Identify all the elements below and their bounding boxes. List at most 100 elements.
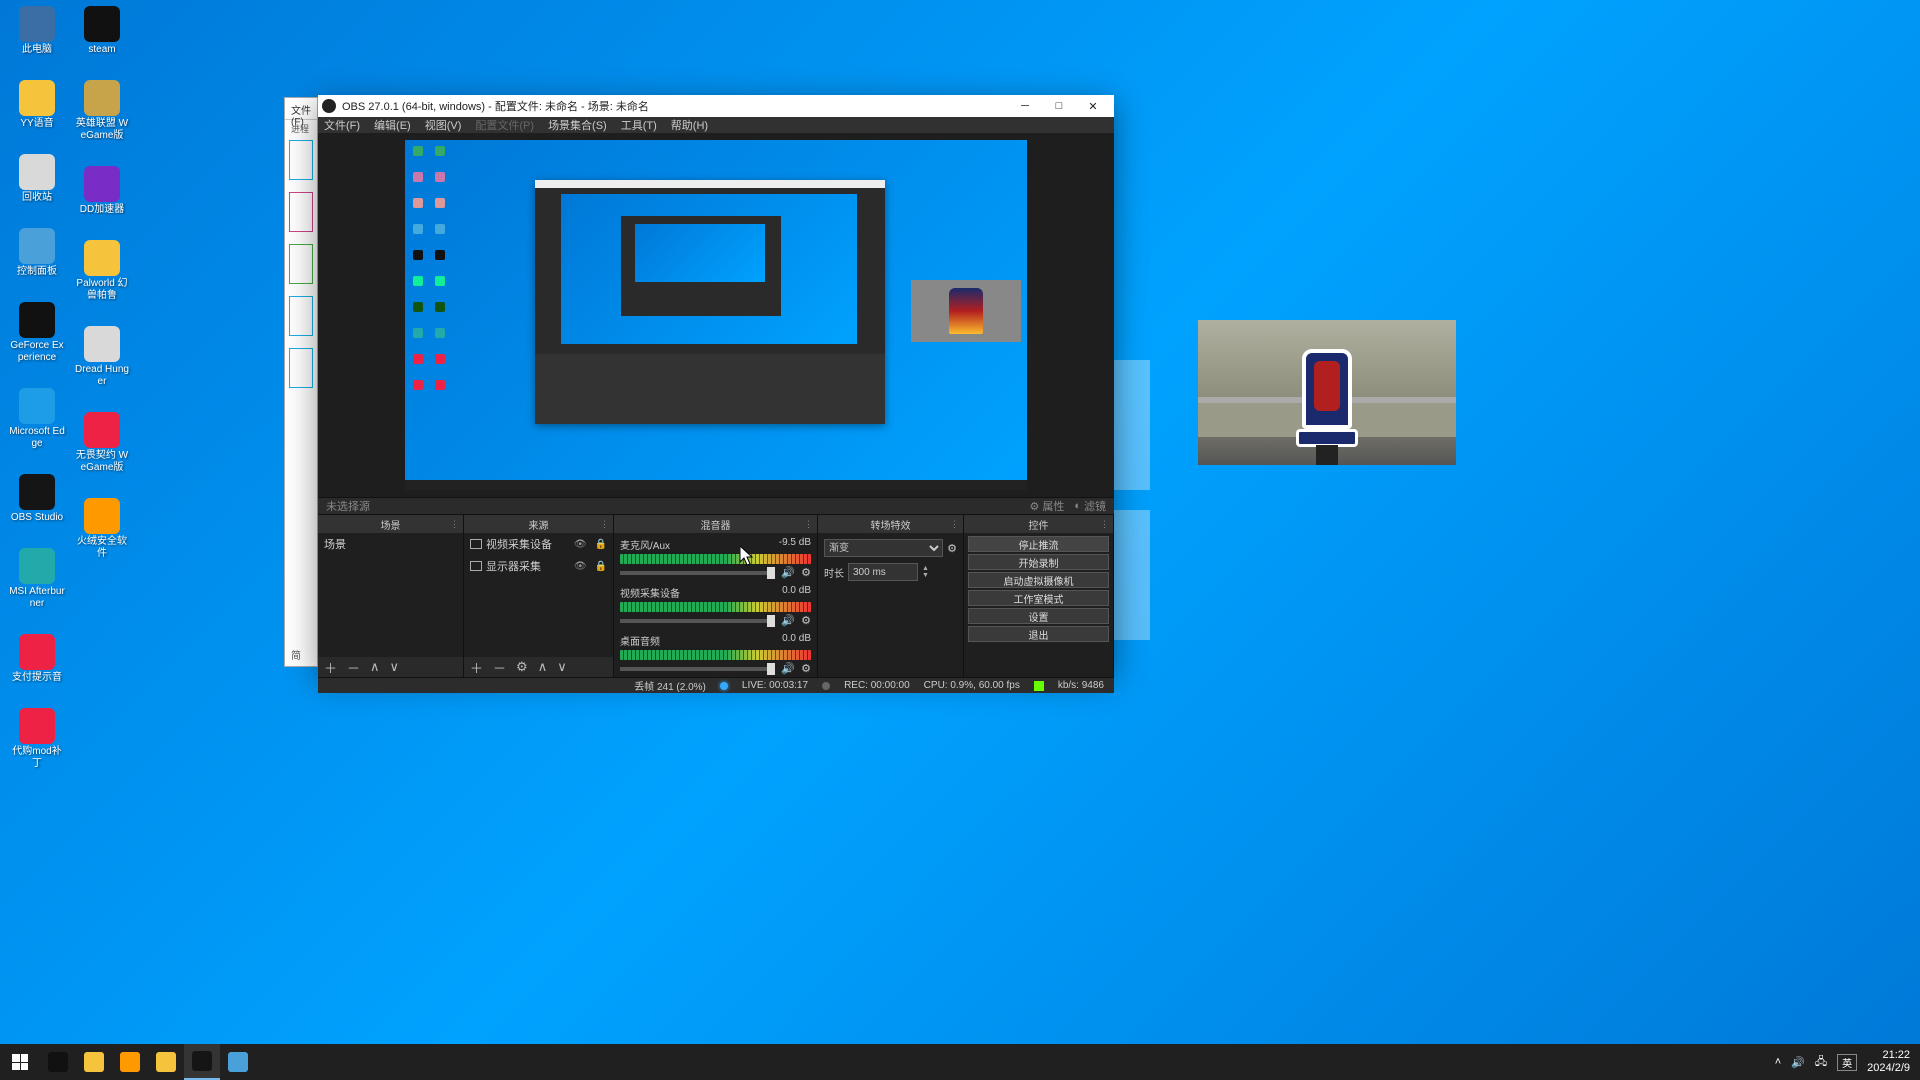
desktop-icon[interactable]: OBS Studio xyxy=(8,474,66,524)
control-button[interactable]: 启动虚拟摄像机 xyxy=(968,572,1109,588)
mute-icon[interactable]: 🔊 xyxy=(781,614,795,627)
duration-down[interactable]: ▼ xyxy=(922,572,929,579)
tray-clock[interactable]: 21:22 2024/2/9 xyxy=(1867,1049,1910,1075)
source-type-icon xyxy=(470,561,482,571)
remove-source-button[interactable]: － xyxy=(493,658,506,677)
obs-preview-canvas[interactable] xyxy=(405,140,1027,490)
transition-select[interactable]: 渐变 xyxy=(824,539,943,557)
visibility-toggle-icon[interactable]: 👁 xyxy=(574,539,587,550)
volume-slider[interactable] xyxy=(620,667,775,671)
dock-popout-icon[interactable]: ⋮ xyxy=(600,519,609,530)
desktop-icon[interactable]: DD加速器 xyxy=(73,166,131,216)
taskbar-app-icon xyxy=(48,1052,68,1072)
source-down-button[interactable]: ∨ xyxy=(557,659,567,675)
desktop-icon[interactable]: 代购mod补丁 xyxy=(8,708,66,770)
volume-slider[interactable] xyxy=(620,619,775,623)
control-button[interactable]: 退出 xyxy=(968,626,1109,642)
dock-popout-icon[interactable]: ⋮ xyxy=(450,519,459,530)
tray-chevron-icon[interactable]: ˄ xyxy=(1775,1056,1781,1068)
desktop-icon[interactable]: 无畏契约 WeGame版 xyxy=(73,412,131,474)
menu-item[interactable]: 视图(V) xyxy=(425,117,462,133)
visibility-toggle-icon[interactable]: 👁 xyxy=(574,561,587,572)
properties-button[interactable]: ⚙ 属性 xyxy=(1029,498,1064,514)
channel-settings-icon[interactable]: ⚙ xyxy=(801,662,811,675)
icon-label: OBS Studio xyxy=(11,512,63,524)
desktop-icon[interactable]: 支付提示音 xyxy=(8,634,66,684)
taskbar-app-steam[interactable] xyxy=(40,1044,76,1080)
tm-footer[interactable]: 简 xyxy=(291,647,301,662)
close-button[interactable]: ✕ xyxy=(1076,95,1110,117)
desktop-icon[interactable]: Palworld 幻兽帕鲁 xyxy=(73,240,131,302)
control-button[interactable]: 停止推流 xyxy=(968,536,1109,552)
task-manager-window[interactable]: 文件(F) 进程 简 xyxy=(284,97,318,667)
desktop-icon[interactable]: 回收站 xyxy=(8,154,66,204)
menu-item[interactable]: 配置文件(P) xyxy=(475,117,534,133)
taskbar-app-shield[interactable] xyxy=(112,1044,148,1080)
desktop-icon[interactable]: GeForce Experience xyxy=(8,302,66,364)
channel-settings-icon[interactable]: ⚙ xyxy=(801,614,811,627)
channel-settings-icon[interactable]: ⚙ xyxy=(801,566,811,579)
desktop-icon[interactable]: Microsoft Edge xyxy=(8,388,66,450)
volume-slider[interactable] xyxy=(620,571,775,575)
filters-button[interactable]: ◐ 滤镜 xyxy=(1074,498,1106,514)
add-source-button[interactable]: ＋ xyxy=(470,658,483,677)
tray-volume-icon[interactable]: 🔊 xyxy=(1791,1056,1805,1069)
transition-settings-icon[interactable]: ⚙ xyxy=(947,542,957,555)
duration-input[interactable] xyxy=(848,563,918,581)
source-item[interactable]: 视频采集设备👁🔒 xyxy=(464,533,613,555)
preview-webcam-source[interactable] xyxy=(911,280,1021,342)
taskbar-app-explorer[interactable] xyxy=(220,1044,256,1080)
dock-popout-icon[interactable]: ⋮ xyxy=(804,519,813,530)
desktop-icon[interactable]: Dread Hunger xyxy=(73,326,131,388)
stream-health-icon xyxy=(1034,681,1044,691)
remove-scene-button[interactable]: － xyxy=(347,658,360,677)
obs-preview-area[interactable] xyxy=(318,133,1114,497)
desktop-icon[interactable]: 控制面板 xyxy=(8,228,66,278)
tm-menu[interactable]: 文件(F) xyxy=(285,98,317,120)
windows-taskbar: ˄ 🔊 🖧 英 21:22 2024/2/9 xyxy=(0,1044,1920,1080)
control-button[interactable]: 开始录制 xyxy=(968,554,1109,570)
mute-icon[interactable]: 🔊 xyxy=(781,662,795,675)
tray-network-icon[interactable]: 🖧 xyxy=(1815,1053,1827,1072)
lock-toggle-icon[interactable]: 🔒 xyxy=(595,539,607,550)
taskbar-app-folder[interactable] xyxy=(148,1044,184,1080)
dock-popout-icon[interactable]: ⋮ xyxy=(1100,519,1109,530)
desktop-icon[interactable]: 此电脑 xyxy=(8,6,66,56)
menu-item[interactable]: 帮助(H) xyxy=(671,117,708,133)
menu-item[interactable]: 工具(T) xyxy=(621,117,657,133)
desktop-icon[interactable]: steam xyxy=(73,6,131,56)
desktop-icon[interactable]: YY语音 xyxy=(8,80,66,130)
tray-ime-indicator[interactable]: 英 xyxy=(1837,1054,1857,1071)
desktop-icon[interactable]: MSI Afterburner xyxy=(8,548,66,610)
maximize-button[interactable]: □ xyxy=(1042,95,1076,117)
icon-label: 回收站 xyxy=(22,192,52,204)
taskbar-app-obs[interactable] xyxy=(184,1044,220,1080)
menu-item[interactable]: 编辑(E) xyxy=(374,117,411,133)
tm-tab[interactable]: 进程 xyxy=(285,120,317,134)
mute-icon[interactable]: 🔊 xyxy=(781,566,795,579)
desktop-icon[interactable]: 火绒安全软件 xyxy=(73,498,131,560)
sources-dock: 来源⋮ 视频采集设备👁🔒显示器采集👁🔒 ＋ － ⚙ ∧ ∨ xyxy=(464,515,614,677)
dock-popout-icon[interactable]: ⋮ xyxy=(950,519,959,530)
add-scene-button[interactable]: ＋ xyxy=(324,658,337,677)
lock-toggle-icon[interactable]: 🔒 xyxy=(595,561,607,572)
source-item[interactable]: 显示器采集👁🔒 xyxy=(464,555,613,577)
source-type-icon xyxy=(470,539,482,549)
menu-item[interactable]: 场景集合(S) xyxy=(548,117,607,133)
start-button[interactable] xyxy=(0,1044,40,1080)
source-up-button[interactable]: ∧ xyxy=(538,659,548,675)
desktop-icon[interactable]: 英雄联盟 WeGame版 xyxy=(73,80,131,142)
source-props-button[interactable]: ⚙ xyxy=(516,659,528,675)
scene-item[interactable]: 场景 xyxy=(318,533,463,555)
icon-label: 火绒安全软件 xyxy=(74,536,130,560)
obs-titlebar[interactable]: OBS 27.0.1 (64-bit, windows) - 配置文件: 未命名… xyxy=(318,95,1114,117)
scene-up-button[interactable]: ∧ xyxy=(370,659,380,675)
status-rec-time: REC: 00:00:00 xyxy=(844,680,910,691)
control-button[interactable]: 设置 xyxy=(968,608,1109,624)
minimize-button[interactable]: ─ xyxy=(1008,95,1042,117)
menu-item[interactable]: 文件(F) xyxy=(324,117,360,133)
scene-down-button[interactable]: ∨ xyxy=(390,659,400,675)
control-button[interactable]: 工作室模式 xyxy=(968,590,1109,606)
duration-up[interactable]: ▲ xyxy=(922,565,929,572)
taskbar-app-yy[interactable] xyxy=(76,1044,112,1080)
